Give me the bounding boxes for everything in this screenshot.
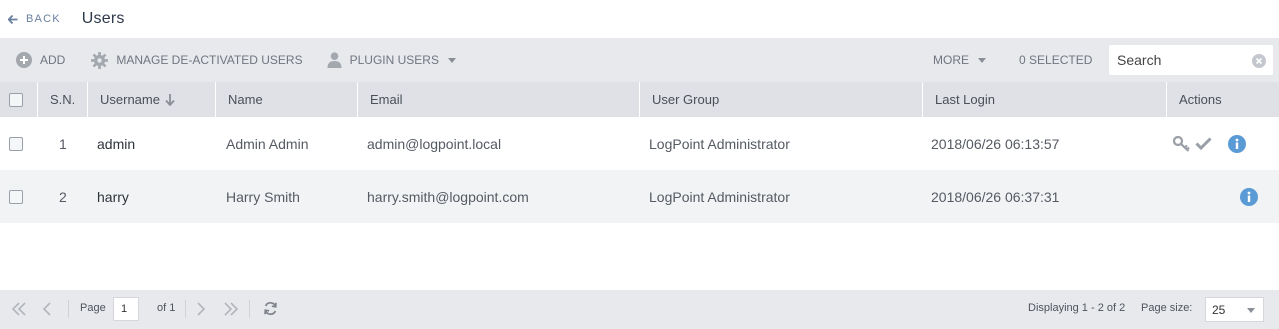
plugin-users-label: PLUGIN USERS bbox=[349, 53, 439, 67]
cell-last-login: 2018/06/26 06:37:31 bbox=[931, 188, 1060, 205]
cell-sn: 1 bbox=[59, 135, 67, 152]
sort-down-icon bbox=[165, 93, 175, 106]
column-actions: Actions bbox=[1166, 82, 1279, 117]
page-count-label: of 1 bbox=[157, 302, 176, 314]
column-username-label: Username bbox=[100, 92, 160, 107]
cell-user-group: LogPoint Administrator bbox=[649, 135, 790, 152]
cell-name: Admin Admin bbox=[226, 135, 309, 152]
divider bbox=[249, 300, 250, 318]
add-label: ADD bbox=[40, 53, 66, 67]
column-name[interactable]: Name bbox=[215, 82, 357, 117]
select-all-checkbox[interactable] bbox=[9, 92, 23, 107]
first-page-icon[interactable] bbox=[11, 301, 27, 317]
toolbar: ADD MANAGE DE-ACTIVATED USERS PLUGIN USE… bbox=[0, 38, 1279, 82]
manage-deactivated-users-button[interactable]: MANAGE DE-ACTIVATED USERS bbox=[91, 51, 303, 69]
search-input[interactable] bbox=[1109, 52, 1239, 68]
page-label: Page bbox=[80, 302, 106, 314]
last-page-icon[interactable] bbox=[223, 301, 239, 317]
column-sn[interactable]: S.N. bbox=[37, 82, 87, 117]
divider bbox=[68, 300, 69, 318]
info-icon[interactable] bbox=[1228, 134, 1246, 153]
cell-name: Harry Smith bbox=[226, 188, 300, 205]
row-checkbox-cell bbox=[9, 117, 23, 170]
column-email[interactable]: Email bbox=[357, 82, 639, 117]
plugin-users-dropdown[interactable]: PLUGIN USERS bbox=[327, 52, 456, 68]
column-username[interactable]: Username bbox=[87, 82, 215, 117]
column-user-group[interactable]: User Group bbox=[639, 82, 922, 117]
next-page-icon[interactable] bbox=[196, 301, 206, 317]
displaying-info: Displaying 1 - 2 of 2 bbox=[1028, 302, 1126, 314]
manage-deactivated-label: MANAGE DE-ACTIVATED USERS bbox=[116, 53, 303, 67]
check-icon[interactable] bbox=[1195, 137, 1212, 150]
refresh-icon[interactable] bbox=[263, 301, 278, 316]
page-size-select[interactable]: 25 bbox=[1205, 297, 1264, 322]
table-header: S.N. Username Name Email User Group Last… bbox=[0, 82, 1279, 117]
cell-username: harry bbox=[97, 188, 129, 205]
page-size-label: Page size: bbox=[1141, 302, 1193, 314]
row-checkbox[interactable] bbox=[9, 136, 23, 151]
cell-email: admin@logpoint.local bbox=[367, 135, 502, 152]
cell-username: admin bbox=[97, 135, 136, 152]
back-button[interactable]: BACK bbox=[8, 13, 61, 25]
cell-user-group: LogPoint Administrator bbox=[649, 188, 790, 205]
page-size-value: 25 bbox=[1212, 302, 1226, 317]
search-box bbox=[1109, 45, 1273, 75]
cell-email: harry.smith@logpoint.com bbox=[367, 188, 529, 205]
previous-page-icon[interactable] bbox=[42, 301, 52, 317]
more-label: MORE bbox=[933, 53, 969, 67]
plus-circle-icon bbox=[16, 52, 32, 68]
cell-sn: 2 bbox=[59, 188, 67, 205]
page-number-input[interactable]: 1 bbox=[113, 297, 139, 321]
row-actions bbox=[1240, 170, 1258, 223]
row-checkbox-cell bbox=[9, 170, 23, 223]
chevron-down-icon bbox=[1247, 308, 1255, 313]
cell-last-login: 2018/06/26 06:13:57 bbox=[931, 135, 1060, 152]
table-row[interactable]: 2 harry Harry Smith harry.smith@logpoint… bbox=[0, 170, 1279, 223]
clear-search-icon[interactable] bbox=[1252, 54, 1266, 68]
users-page: BACK Users ADD MANAGE DE-ACTIVATED USERS… bbox=[0, 0, 1279, 329]
gear-icon bbox=[91, 51, 109, 69]
divider bbox=[185, 300, 186, 318]
row-actions bbox=[1173, 117, 1246, 170]
pagination-bar: Page 1 of 1 Displaying 1 - 2 of 2 Page s… bbox=[0, 290, 1279, 329]
column-last-login[interactable]: Last Login bbox=[922, 82, 1166, 117]
key-icon[interactable] bbox=[1173, 135, 1191, 152]
chevron-down-icon bbox=[447, 58, 456, 63]
info-icon[interactable] bbox=[1240, 187, 1258, 206]
select-all-cell bbox=[0, 82, 37, 117]
back-label: BACK bbox=[26, 13, 61, 25]
page-header: BACK Users bbox=[0, 0, 1279, 38]
add-button[interactable]: ADD bbox=[16, 52, 65, 68]
page-title: Users bbox=[81, 10, 125, 27]
table-row[interactable]: 1 admin Admin Admin admin@logpoint.local… bbox=[0, 117, 1279, 170]
selected-count: 0 SELECTED bbox=[1019, 53, 1093, 67]
user-icon bbox=[327, 52, 342, 68]
chevron-down-icon bbox=[978, 58, 986, 63]
arrow-left-icon bbox=[8, 14, 18, 24]
more-dropdown[interactable]: MORE bbox=[933, 53, 986, 67]
row-checkbox[interactable] bbox=[9, 189, 23, 204]
